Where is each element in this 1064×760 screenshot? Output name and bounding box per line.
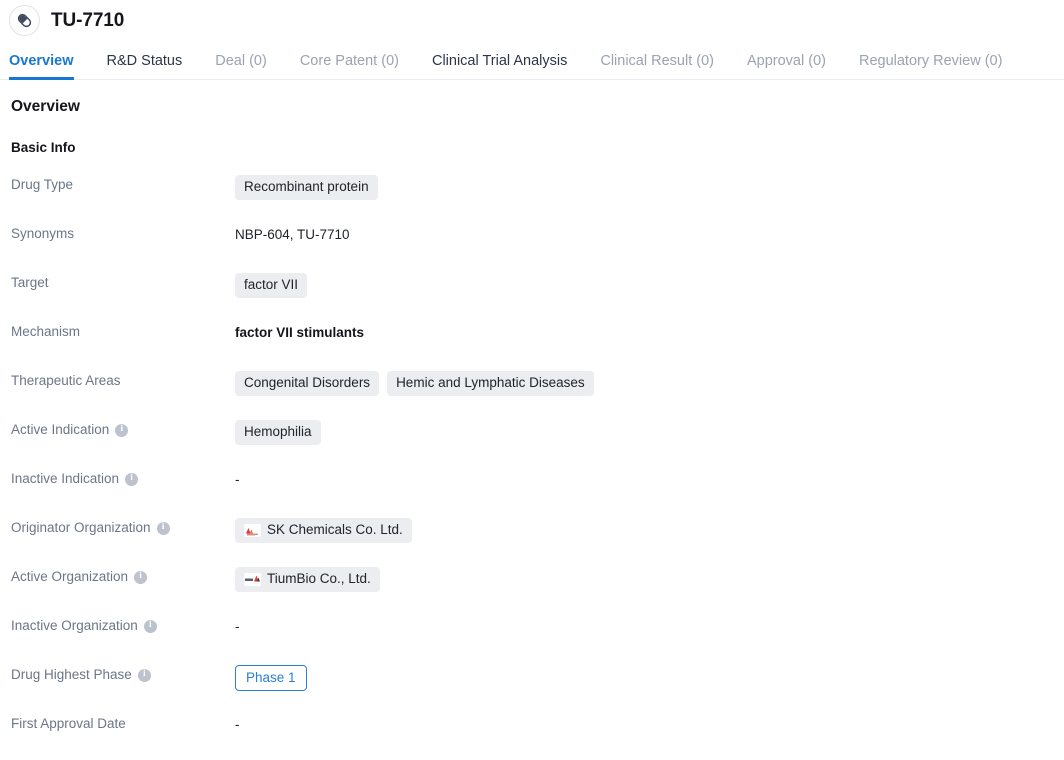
field-label: Inactive Organization i bbox=[11, 615, 235, 634]
tab-clinical-trial-analysis[interactable]: Clinical Trial Analysis bbox=[432, 53, 567, 80]
field-label: Active Organization i bbox=[11, 566, 235, 585]
field-label-text: Drug Type bbox=[11, 177, 74, 192]
field-value: - bbox=[235, 615, 1064, 634]
field-value: - bbox=[235, 713, 1064, 732]
field-value: factor VII bbox=[235, 272, 1064, 298]
mechanism-text: factor VII stimulants bbox=[235, 325, 365, 340]
field-label-text: Synonyms bbox=[11, 226, 75, 241]
tab-clinical-result[interactable]: Clinical Result (0) bbox=[600, 53, 714, 80]
field-label-text: Target bbox=[11, 275, 49, 290]
page-title: TU-7710 bbox=[51, 9, 125, 31]
chip-target[interactable]: factor VII bbox=[235, 273, 308, 298]
field-value: - bbox=[235, 468, 1064, 487]
chip-originator-organization[interactable]: SK Chemicals Co. Ltd. bbox=[235, 518, 412, 543]
company-logo-icon bbox=[244, 523, 261, 537]
tab-approval[interactable]: Approval (0) bbox=[747, 53, 826, 80]
field-row-therapeutic-areas: Therapeutic Areas Congenital Disorders H… bbox=[11, 370, 1064, 419]
tab-bar: Overview R&D Status Deal (0) Core Patent… bbox=[0, 40, 1064, 80]
field-value: SK Chemicals Co. Ltd. bbox=[235, 517, 1064, 543]
drug-detail-page: TU-7710 Overview R&D Status Deal (0) Cor… bbox=[0, 0, 1064, 760]
field-label-text: Originator Organization bbox=[11, 520, 151, 535]
tab-overview[interactable]: Overview bbox=[9, 53, 74, 80]
field-label-text: First Approval Date bbox=[11, 716, 126, 731]
field-row-target: Target factor VII bbox=[11, 272, 1064, 321]
field-row-active-organization: Active Organization i TiumBio Co., Ltd. bbox=[11, 566, 1064, 615]
tab-regulatory-review[interactable]: Regulatory Review (0) bbox=[859, 53, 1002, 80]
field-row-active-indication: Active Indication i Hemophilia bbox=[11, 419, 1064, 468]
tab-deal[interactable]: Deal (0) bbox=[215, 53, 267, 80]
field-value: NBP-604, TU-7710 bbox=[235, 223, 1064, 243]
field-row-drug-highest-phase: Drug Highest Phase i Phase 1 bbox=[11, 664, 1064, 713]
field-label-text: Active Indication bbox=[11, 422, 110, 437]
info-icon[interactable]: i bbox=[143, 619, 157, 633]
field-label: First Approval Date bbox=[11, 713, 235, 732]
field-row-originator-organization: Originator Organization i SK Chemicals C… bbox=[11, 517, 1064, 566]
chip-label: TiumBio Co., Ltd. bbox=[267, 571, 371, 586]
overview-content: Overview Basic Info Drug Type Recombinan… bbox=[0, 80, 1064, 760]
status-badge-phase[interactable]: Phase 1 bbox=[235, 665, 307, 692]
field-label: Drug Highest Phase i bbox=[11, 664, 235, 683]
empty-value: - bbox=[235, 717, 240, 732]
field-label-text: Drug Highest Phase bbox=[11, 667, 132, 682]
chip-therapeutic-area[interactable]: Congenital Disorders bbox=[235, 371, 380, 396]
info-icon[interactable]: i bbox=[134, 570, 148, 584]
chip-therapeutic-area[interactable]: Hemic and Lymphatic Diseases bbox=[387, 371, 594, 396]
field-row-inactive-organization: Inactive Organization i - bbox=[11, 615, 1064, 664]
pill-capsule-icon bbox=[9, 4, 40, 36]
page-header: TU-7710 bbox=[0, 0, 1064, 40]
tab-rd-status[interactable]: R&D Status bbox=[107, 53, 183, 80]
field-label: Therapeutic Areas bbox=[11, 370, 235, 389]
synonyms-text: NBP-604, TU-7710 bbox=[235, 227, 350, 242]
field-label-text: Inactive Organization bbox=[11, 618, 138, 633]
info-icon[interactable]: i bbox=[156, 521, 170, 535]
field-label: Inactive Indication i bbox=[11, 468, 235, 487]
field-label: Target bbox=[11, 272, 235, 291]
field-row-drug-type: Drug Type Recombinant protein bbox=[11, 174, 1064, 223]
info-icon[interactable]: i bbox=[115, 423, 129, 437]
field-label: Synonyms bbox=[11, 223, 235, 242]
field-label-text: Active Organization bbox=[11, 569, 129, 584]
field-row-synonyms: Synonyms NBP-604, TU-7710 bbox=[11, 223, 1064, 272]
field-value: factor VII stimulants bbox=[235, 321, 1064, 341]
field-value: Hemophilia bbox=[235, 419, 1064, 445]
field-label-text: Therapeutic Areas bbox=[11, 373, 121, 388]
field-value: Congenital Disorders Hemic and Lymphatic… bbox=[235, 370, 1064, 396]
tab-core-patent[interactable]: Core Patent (0) bbox=[300, 53, 399, 80]
chip-label: SK Chemicals Co. Ltd. bbox=[267, 522, 403, 537]
field-label: Drug Type bbox=[11, 174, 235, 193]
field-value: TiumBio Co., Ltd. bbox=[235, 566, 1064, 592]
field-row-inactive-indication: Inactive Indication i - bbox=[11, 468, 1064, 517]
field-label-text: Inactive Indication bbox=[11, 471, 120, 486]
field-label-text: Mechanism bbox=[11, 324, 81, 339]
field-value: Recombinant protein bbox=[235, 174, 1064, 200]
section-title: Overview bbox=[11, 98, 80, 115]
chip-active-organization[interactable]: TiumBio Co., Ltd. bbox=[235, 567, 380, 592]
field-value: Phase 1 bbox=[235, 664, 1064, 692]
field-row-mechanism: Mechanism factor VII stimulants bbox=[11, 321, 1064, 370]
chip-drug-type[interactable]: Recombinant protein bbox=[235, 175, 378, 200]
info-icon[interactable]: i bbox=[137, 668, 151, 682]
field-row-first-approval-date: First Approval Date - bbox=[11, 713, 1064, 760]
chip-active-indication[interactable]: Hemophilia bbox=[235, 420, 321, 445]
empty-value: - bbox=[235, 619, 240, 634]
info-icon[interactable]: i bbox=[125, 472, 139, 486]
field-label: Active Indication i bbox=[11, 419, 235, 438]
subsection-title-basic-info: Basic Info bbox=[11, 139, 76, 155]
field-label: Mechanism bbox=[11, 321, 235, 340]
company-logo-icon bbox=[244, 572, 261, 586]
empty-value: - bbox=[235, 472, 240, 487]
field-label: Originator Organization i bbox=[11, 517, 235, 536]
